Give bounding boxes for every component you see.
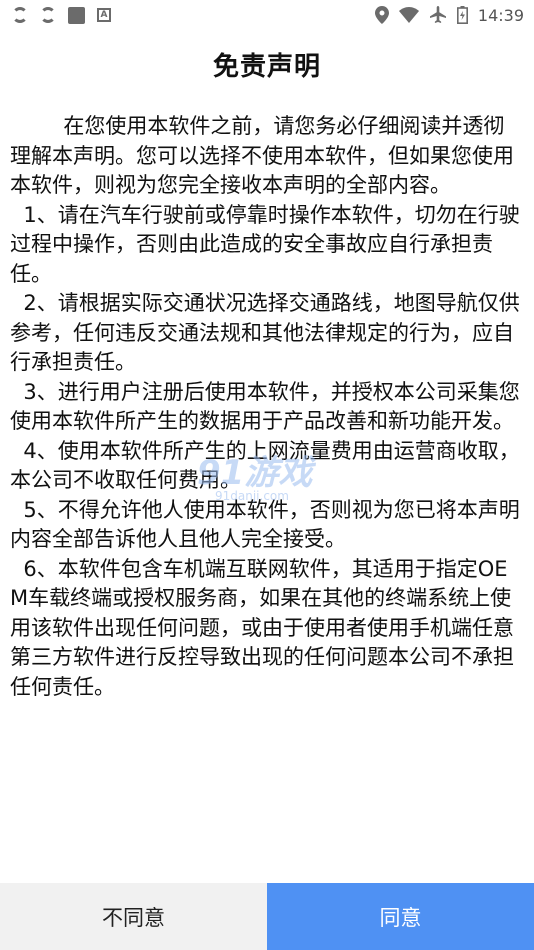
disclaimer-item-3: 3、进行用户注册后使用本软件，并授权本公司采集您使用本软件所产生的数据用于产品改… <box>10 379 520 434</box>
wifi-icon <box>398 7 419 23</box>
sync-icon <box>12 7 28 23</box>
battery-icon <box>456 6 468 24</box>
disclaimer-item-6: 6、本软件包含车机端互联网软件，其适用于指定OEM车载终端或授权服务商，如果在其… <box>10 556 514 699</box>
disclaimer-intro: 在您使用本软件之前，请您务必仔细阅读并透彻理解本声明。您可以选择不使用本软件，但… <box>10 114 514 197</box>
disclaimer-content: 在您使用本软件之前，请您务必仔细阅读并透彻理解本声明。您可以选择不使用本软件，但… <box>10 112 525 702</box>
status-left-icons: A <box>12 6 123 24</box>
watermark-main-text: 91游戏 <box>197 453 316 493</box>
agree-button[interactable]: 同意 <box>267 883 534 950</box>
status-time: 14:39 <box>477 5 524 25</box>
watermark-logo: 91游戏 91danji.com <box>197 453 316 503</box>
disagree-button[interactable]: 不同意 <box>0 883 267 950</box>
a-icon: A <box>97 8 111 22</box>
sync-icon <box>40 7 56 23</box>
bottom-button-bar: 不同意 同意 <box>0 883 534 950</box>
airplane-icon <box>429 6 446 23</box>
disclaimer-item-1: 1、请在汽车行驶前或停靠时操作本软件，切勿在行驶过程中操作，否则由此造成的安全事… <box>10 202 520 286</box>
disclaimer-item-2: 2、请根据实际交通状况选择交通路线，地图导航仅供参考，任何违反交通法规和其他法律… <box>10 291 520 374</box>
status-bar: A 14:39 <box>0 0 534 30</box>
screen: A 14:39 免责声明 在您使用本软件之前，请您务必仔细阅读并透彻理解本声明。… <box>0 0 534 950</box>
dialog-title: 免责声明 <box>212 52 321 82</box>
status-right-icons: 14:39 <box>365 6 524 25</box>
watermark-sub-text: 91danji.com <box>215 489 289 503</box>
location-icon <box>374 6 389 24</box>
square-icon <box>68 6 85 24</box>
